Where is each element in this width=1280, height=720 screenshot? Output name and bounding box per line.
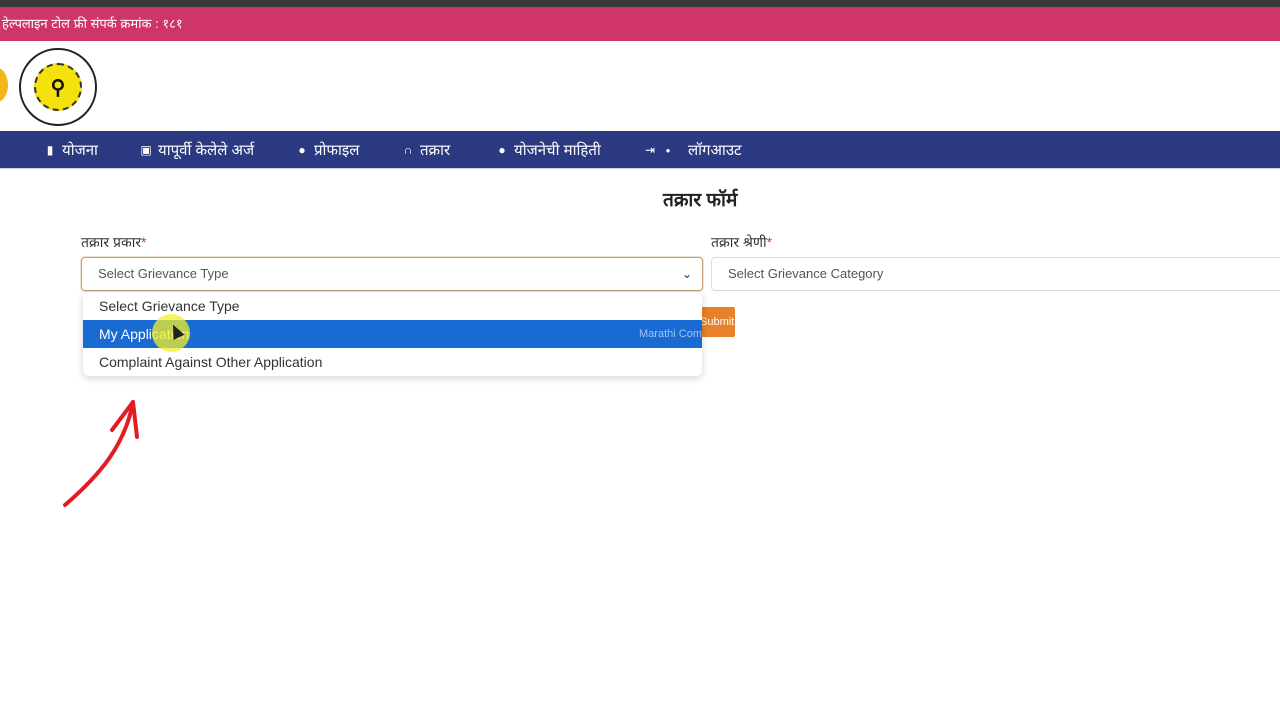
dot-icon: ● — [665, 145, 671, 155]
required-mark: * — [766, 234, 773, 250]
label-text: तक्रार प्रकार — [81, 234, 142, 250]
window-top-strip — [0, 0, 1280, 7]
main-nav: ▮ योजना ▣ यापूर्वी केलेले अर्ज ● प्रोफाइ… — [0, 131, 1280, 169]
nav-item-logout[interactable]: ⇥ ● लॉगआउट — [644, 131, 742, 169]
select-value: Select Grievance Category — [728, 266, 884, 281]
wcd-logo[interactable]: ⚲ — [19, 48, 97, 126]
nav-item-scheme-info[interactable]: ● योजनेची माहिती — [496, 131, 601, 169]
nav-item-label: योजनेची माहिती — [514, 142, 601, 159]
logout-icon: ⇥ — [644, 143, 656, 157]
dropdown-option[interactable]: Complaint Against Other Application — [83, 348, 702, 376]
nav-item-label: योजना — [62, 142, 98, 159]
nav-item-previous-applications[interactable]: ▣ यापूर्वी केलेले अर्ज — [140, 131, 254, 169]
submit-button[interactable]: Submit — [700, 307, 735, 337]
grievance-category-select[interactable]: Select Grievance Category — [711, 257, 1280, 291]
select-value: Select Grievance Type — [98, 266, 229, 281]
family-icon: ⚲ — [34, 63, 82, 111]
chevron-down-icon: ⌄ — [681, 267, 692, 281]
page-title: तक्रार फॉर्म — [663, 190, 738, 211]
grievance-category-label: तक्रार श्रेणी* — [711, 233, 772, 252]
option-hint: Marathi Com — [639, 328, 702, 340]
grievance-type-label: तक्रार प्रकार* — [81, 233, 147, 252]
nav-item-label: प्रोफाइल — [314, 142, 360, 159]
required-mark: * — [141, 234, 147, 250]
nav-item-label: यापूर्वी केलेले अर्ज — [158, 142, 255, 159]
label-text: तक्रार श्रेणी — [711, 234, 767, 250]
headset-icon: ∩ — [403, 143, 413, 157]
calendar-icon: ▣ — [140, 143, 152, 157]
nav-item-yojana[interactable]: ▮ योजना — [44, 131, 98, 169]
nav-item-label: लॉगआउट — [688, 142, 742, 159]
grievance-type-select[interactable]: Select Grievance Type ⌄ — [81, 257, 703, 291]
nav-item-complaint[interactable]: ∩ तक्रार — [402, 131, 450, 169]
document-icon: ▮ — [46, 143, 54, 157]
header — [0, 41, 1280, 131]
annotation-arrow-icon — [63, 400, 139, 507]
user-icon: ● — [298, 143, 306, 157]
nav-item-label: तक्रार — [420, 142, 451, 159]
user-icon: ● — [498, 143, 506, 157]
helpline-banner: हेल्पलाइन टोल फ्री संपर्क क्रमांक : १८१ — [0, 7, 1280, 41]
nav-item-profile[interactable]: ● प्रोफाइल — [296, 131, 359, 169]
